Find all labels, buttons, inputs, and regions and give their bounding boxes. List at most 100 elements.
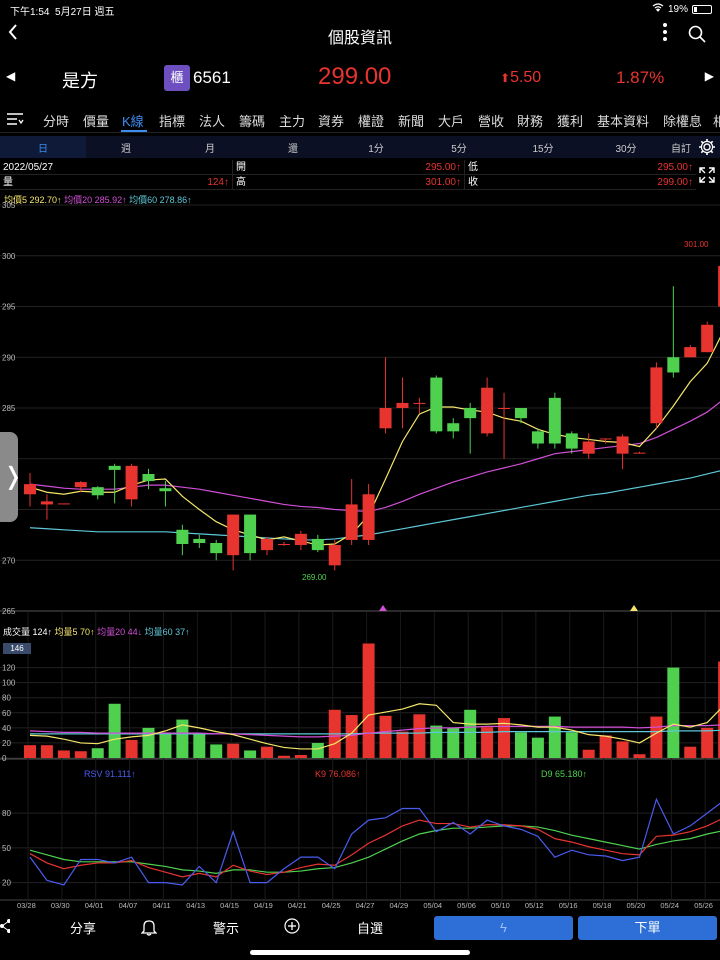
volume-ytick: 80 — [2, 694, 11, 703]
candle-body — [548, 397, 561, 444]
watchlist-button[interactable]: 自選 — [357, 918, 383, 937]
volume-bar — [227, 743, 240, 758]
kline-ytick: 300 — [2, 252, 16, 261]
volume-bar — [142, 727, 155, 758]
add-circle-icon[interactable] — [284, 918, 300, 937]
volume-bar — [91, 748, 104, 758]
candle-body — [396, 402, 409, 408]
candle-body — [481, 387, 494, 434]
date-label: 05/20 — [626, 901, 645, 910]
candle-body — [633, 452, 646, 454]
side-drawer-handle[interactable]: ❭ — [0, 432, 23, 522]
date-label: 05/12 — [525, 901, 544, 910]
volume-bar — [684, 746, 697, 758]
candle-body — [277, 544, 290, 546]
date-label: 04/11 — [152, 901, 170, 910]
volume-bar — [159, 732, 172, 758]
volume-bar — [40, 745, 53, 758]
candle-body — [599, 438, 612, 440]
date-label: 04/01 — [85, 901, 104, 910]
candle-body — [362, 494, 375, 540]
kline-ytick: 265 — [2, 607, 16, 616]
candle-body — [294, 533, 307, 546]
date-label: 04/25 — [322, 901, 341, 910]
candle-body — [40, 501, 53, 505]
volume-bar — [277, 755, 290, 758]
volume-bar — [599, 735, 612, 758]
kline-ytick: 305 — [2, 201, 16, 210]
date-label: 04/21 — [288, 901, 307, 910]
candle-body — [125, 465, 138, 500]
candle-body — [159, 488, 172, 492]
kline-ytick: 270 — [2, 556, 16, 565]
volume-bar — [464, 709, 477, 758]
candle-body — [57, 503, 70, 505]
kd-ytick: 50 — [2, 844, 11, 853]
date-label: 04/15 — [220, 901, 239, 910]
kline-ytick: 290 — [2, 353, 16, 362]
volume-bar — [244, 750, 257, 758]
date-label: 05/04 — [423, 901, 442, 910]
candle-body — [565, 433, 578, 449]
bell-icon[interactable] — [140, 918, 158, 939]
kline-ytick: 295 — [2, 303, 16, 312]
volume-ma60-legend: 均量60 37↑ — [144, 627, 190, 637]
candle-body — [176, 529, 189, 545]
candle-body — [74, 482, 87, 488]
d9-legend: D9 65.180↑ — [541, 769, 588, 779]
candle-body — [531, 431, 544, 444]
date-label: 04/27 — [356, 901, 375, 910]
volume-ytick: 20 — [2, 739, 11, 748]
candle-body — [311, 538, 324, 551]
candle-body — [430, 377, 443, 432]
candle-body — [108, 465, 121, 470]
volume-bar — [362, 643, 375, 758]
candle-body — [464, 408, 477, 419]
volume-legend-total: 成交量 124↑ — [3, 627, 53, 637]
volume-bar — [514, 732, 527, 758]
order-button[interactable]: 下單 — [578, 916, 717, 940]
volume-current-box: 146 — [3, 643, 31, 654]
candle-body — [227, 514, 240, 556]
date-label: 04/29 — [389, 901, 408, 910]
volume-ytick: 60 — [2, 709, 11, 718]
date-label: 03/28 — [17, 901, 36, 910]
d9-line — [29, 825, 720, 874]
volume-bar — [531, 737, 544, 758]
volume-bar — [413, 714, 426, 758]
alert-button[interactable]: 警示 — [213, 918, 239, 937]
volume-ytick: 40 — [2, 724, 11, 733]
candle-body — [684, 347, 697, 358]
volume-bar — [616, 741, 629, 758]
volume-ytick: 100 — [2, 679, 16, 688]
quick-trade-button[interactable]: ϟ — [434, 916, 573, 940]
volume-ma20-legend: 均量20 44↓ — [97, 627, 143, 637]
candle-body — [447, 423, 460, 432]
volume-bar — [565, 732, 578, 758]
candle-body — [345, 504, 358, 540]
share-icon[interactable] — [0, 918, 11, 937]
volume-bar — [701, 727, 714, 758]
candle-body — [650, 367, 663, 424]
low-price-label: 269.00 — [302, 573, 327, 582]
kd-ytick: 80 — [2, 809, 11, 818]
date-label: 05/16 — [559, 901, 578, 910]
volume-ma20-line — [29, 724, 720, 738]
candle-body — [142, 473, 155, 482]
volume-bar — [633, 754, 646, 758]
k9-line — [29, 819, 720, 878]
volume-bar — [108, 703, 121, 758]
share-button[interactable]: 分享 — [70, 918, 96, 937]
marker-triangle-yellow — [630, 605, 638, 611]
candle-body — [413, 402, 426, 404]
kline-ytick: 285 — [2, 404, 16, 413]
date-label: 05/26 — [694, 901, 713, 910]
date-label: 04/19 — [254, 901, 273, 910]
candle-body — [498, 408, 511, 409]
candle-body — [261, 538, 274, 551]
volume-bar — [125, 739, 138, 758]
volume-bar — [311, 742, 324, 758]
date-label: 04/13 — [186, 901, 205, 910]
volume-legend: 成交量 124↑ 均量5 70↑ 均量20 44↓ 均量60 37↑ — [3, 625, 190, 638]
candle-body — [667, 357, 680, 373]
